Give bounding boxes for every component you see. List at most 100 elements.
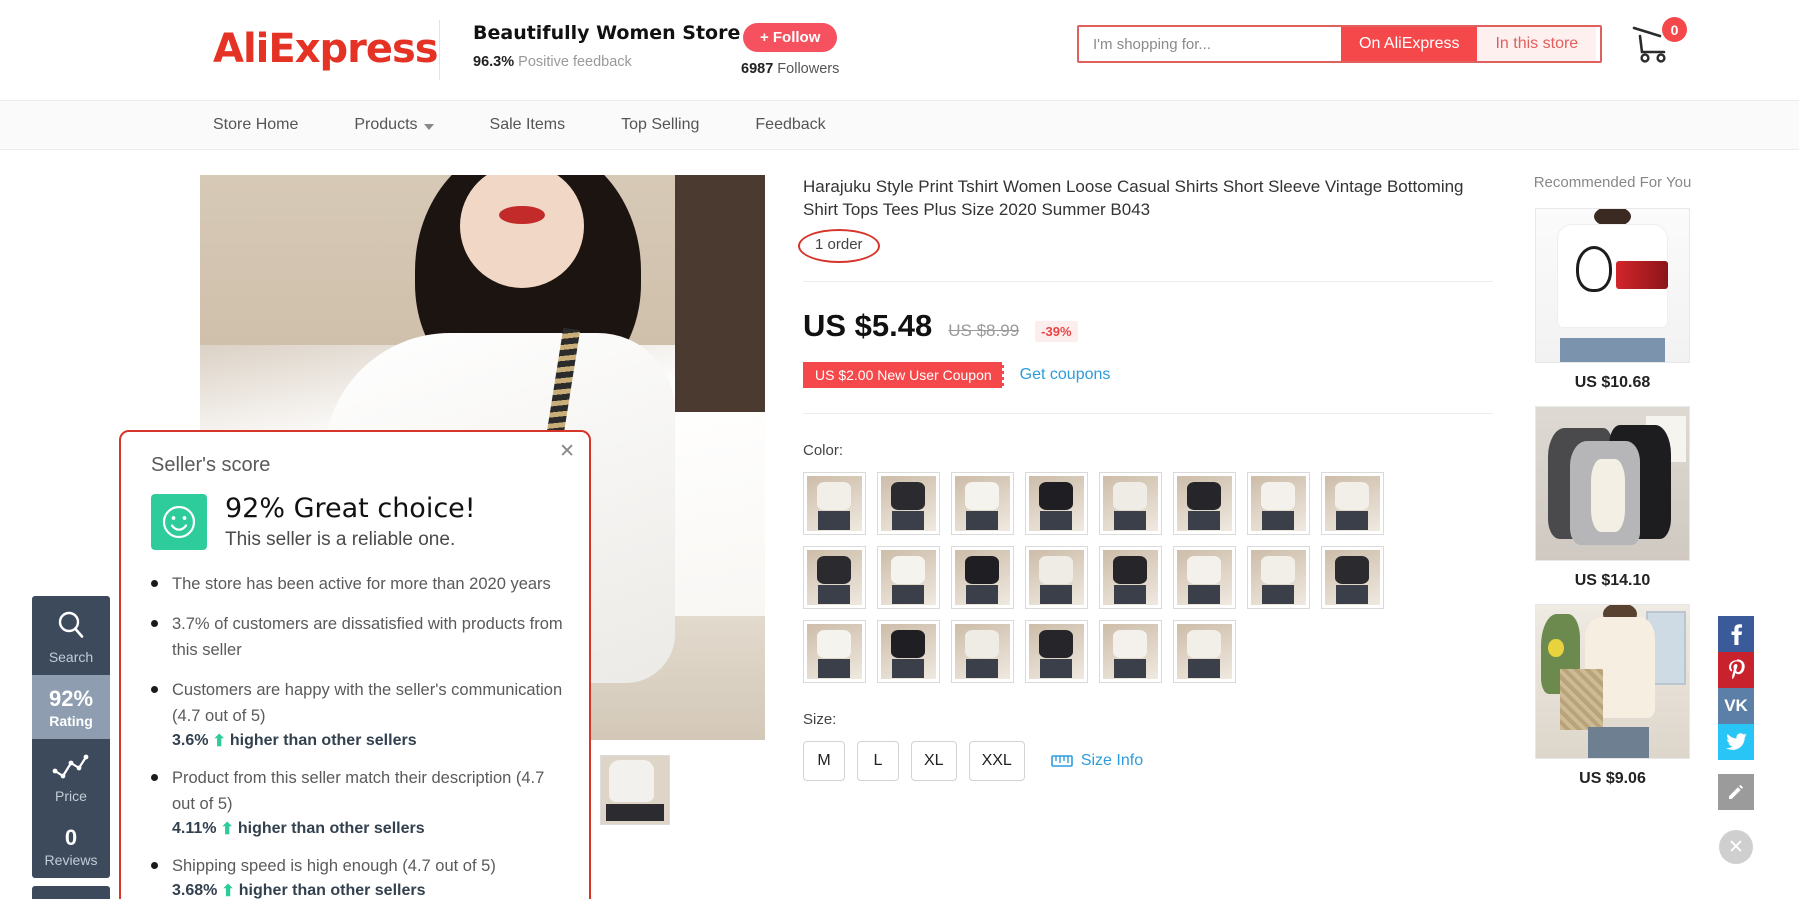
color-swatch-19[interactable]: [951, 620, 1014, 683]
feedback-percent: 96.3%: [473, 54, 515, 70]
color-swatch-6[interactable]: [1173, 472, 1236, 535]
nav-item-sale-items[interactable]: Sale Items: [490, 116, 566, 134]
popup-subtitle: This seller is a reliable one.: [225, 528, 456, 550]
widget-settings-button[interactable]: [32, 886, 110, 899]
size-button-xxl[interactable]: XXL: [968, 741, 1025, 781]
color-swatch-image: [955, 476, 1010, 531]
size-info-link[interactable]: Size Info: [1051, 752, 1143, 770]
left-floating-widget: Search 92% Rating Price 0 Reviews: [32, 596, 110, 899]
nav-label: Feedback: [755, 116, 826, 133]
color-swatch-18[interactable]: [877, 620, 940, 683]
model-lips: [499, 206, 545, 225]
color-swatch-21[interactable]: [1099, 620, 1162, 683]
product-title: Harajuku Style Print Tshirt Women Loose …: [803, 177, 1464, 219]
bullet-stat-percent: 3.6%: [172, 731, 209, 749]
size-info-label: Size Info: [1080, 752, 1144, 769]
color-swatch-22[interactable]: [1173, 620, 1236, 683]
recommended-item-1[interactable]: US $10.68: [1530, 208, 1695, 392]
recommended-item-2[interactable]: US $14.10: [1530, 406, 1695, 590]
cart-button[interactable]: 0: [1630, 17, 1690, 68]
swatch-art: [890, 481, 925, 511]
twitter-share-button[interactable]: [1718, 724, 1754, 760]
bullet-text: Customers are happy with the seller's co…: [172, 680, 563, 725]
swatch-art: [1038, 629, 1073, 659]
color-swatch-1[interactable]: [803, 472, 866, 535]
widget-price-cell[interactable]: Price: [32, 739, 110, 814]
store-name-row[interactable]: Beautifully Women Store: [473, 22, 758, 44]
up-arrow-icon: ⬆: [220, 820, 234, 838]
nav-item-top-selling[interactable]: Top Selling: [621, 116, 699, 134]
facebook-share-button[interactable]: [1718, 616, 1754, 652]
swatch-art: [1334, 481, 1369, 511]
color-swatch-11[interactable]: [951, 546, 1014, 609]
swatch-art: [1112, 481, 1147, 511]
coupon-badge[interactable]: US $2.00 New User Coupon: [803, 362, 1005, 388]
nav-label: Store Home: [213, 116, 299, 133]
size-button-l[interactable]: L: [857, 741, 899, 781]
search-input[interactable]: [1079, 27, 1341, 61]
widget-reviews-cell[interactable]: 0 Reviews: [32, 814, 110, 878]
follow-button[interactable]: + Follow: [742, 23, 838, 52]
color-swatch-2[interactable]: [877, 472, 940, 535]
chevron-down-icon: [423, 123, 434, 130]
thumb-art: [609, 760, 655, 803]
color-swatch-16[interactable]: [1321, 546, 1384, 609]
color-swatch-13[interactable]: [1099, 546, 1162, 609]
swatch-art: [1262, 585, 1294, 604]
popup-close-button[interactable]: ✕: [559, 442, 575, 461]
thumbnail-6[interactable]: [600, 755, 670, 825]
color-swatch-17[interactable]: [803, 620, 866, 683]
search-scope-aliexpress[interactable]: On AliExpress: [1341, 27, 1478, 61]
edit-button[interactable]: [1718, 774, 1754, 810]
bullet-stat: 4.11% ⬆ higher than other sellers: [172, 819, 563, 839]
color-swatch-7[interactable]: [1247, 472, 1310, 535]
aliexpress-logo[interactable]: AliExpress: [213, 26, 439, 72]
color-swatch-8[interactable]: [1321, 472, 1384, 535]
swatch-art: [964, 555, 999, 585]
thumb-art: [606, 803, 664, 822]
size-button-xl[interactable]: XL: [911, 741, 957, 781]
color-swatch-3[interactable]: [951, 472, 1014, 535]
store-info: Beautifully Women Store 96.3% Positive f…: [473, 22, 758, 70]
color-swatch-15[interactable]: [1247, 546, 1310, 609]
close-share-rail-button[interactable]: ✕: [1719, 830, 1753, 864]
nav-label: Products: [354, 116, 418, 133]
popup-headline: 92% Great choice! This seller is a relia…: [151, 494, 563, 551]
color-swatch-9[interactable]: [803, 546, 866, 609]
store-nav: Store Home Products Sale Items Top Selli…: [0, 100, 1799, 150]
bullet-text: Shipping speed is high enough (4.7 out o…: [172, 856, 496, 875]
price-row: US $5.48 US $8.99 -39%: [803, 308, 1493, 344]
search-scope-store[interactable]: In this store: [1477, 27, 1597, 61]
popup-bullet-2: 3.7% of customers are dissatisfied with …: [151, 611, 563, 663]
swatch-art: [1114, 659, 1146, 678]
swatch-art: [1040, 659, 1072, 678]
smiley-icon: [162, 505, 196, 539]
color-swatch-image: [1325, 476, 1380, 531]
vk-share-button[interactable]: VK: [1718, 688, 1754, 724]
size-button-m[interactable]: M: [803, 741, 845, 781]
widget-rating-cell[interactable]: 92% Rating: [32, 675, 110, 740]
color-swatch-14[interactable]: [1173, 546, 1236, 609]
color-swatch-20[interactable]: [1025, 620, 1088, 683]
pinterest-share-button[interactable]: [1718, 652, 1754, 688]
color-swatch-image: [1029, 624, 1084, 679]
color-swatch-4[interactable]: [1025, 472, 1088, 535]
bullet-text: Product from this seller match their des…: [172, 768, 545, 813]
nav-item-products[interactable]: Products: [354, 116, 434, 134]
nav-item-feedback[interactable]: Feedback: [755, 116, 825, 134]
color-swatch-5[interactable]: [1099, 472, 1162, 535]
followers-count: 6987: [741, 61, 774, 77]
bullet-content: The store has been active for more than …: [172, 571, 551, 597]
swatch-art: [1038, 481, 1073, 511]
nav-item-store-home[interactable]: Store Home: [213, 116, 298, 134]
popup-bullet-4: Product from this seller match their des…: [151, 765, 563, 839]
swatch-art: [1188, 659, 1220, 678]
recommended-item-3[interactable]: US $9.06: [1530, 604, 1695, 788]
widget-search-cell[interactable]: Search: [32, 596, 110, 675]
recommended-price-3: US $9.06: [1579, 770, 1646, 787]
color-swatch-10[interactable]: [877, 546, 940, 609]
get-coupons-link[interactable]: Get coupons: [1020, 366, 1111, 384]
rec-art: [1588, 727, 1650, 758]
color-swatch-12[interactable]: [1025, 546, 1088, 609]
discount-badge: -39%: [1035, 321, 1078, 342]
